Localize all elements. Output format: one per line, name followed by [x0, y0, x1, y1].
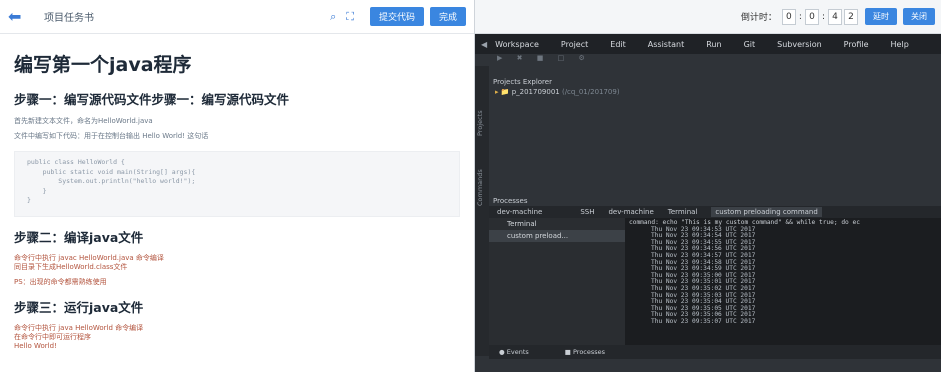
toolbar-settings-icon[interactable]: ⚙ [578, 54, 590, 62]
ssh-label[interactable]: SSH [580, 208, 594, 216]
page-title: 编写第一个java程序 [14, 54, 192, 76]
timer-bar: 倒计时： 0 : 0 : 4 2 延时 关闭 [475, 0, 941, 34]
projects-explorer-title: Projects Explorer [493, 78, 552, 86]
toolbar-build-icon[interactable]: □ [558, 54, 571, 62]
process-item-custom[interactable]: custom preload... [489, 230, 625, 242]
countdown-label: 倒计时： [740, 13, 777, 23]
project-path: (/cq_01/201709) [561, 88, 620, 96]
app-root: ⬅ 项目任务书 ⌕ ⛶ 提交代码 完成 编写第一个java程序 步骤一：编写源代… [0, 0, 941, 372]
menu-workspace[interactable]: Workspace [495, 40, 539, 49]
extend-time-button[interactable]: 延时 [865, 8, 897, 25]
processes-title: Processes [493, 197, 528, 205]
folder-icon: ▸ 📁 [495, 88, 510, 96]
countdown-digit: 4 [828, 8, 842, 25]
submit-code-button[interactable]: 提交代码 [369, 7, 424, 26]
close-button[interactable]: 关闭 [903, 8, 935, 25]
processes-header: dev-machine SSH dev-machine Terminal cus… [489, 206, 941, 218]
step2-title: 步骤二：编译java文件 [14, 230, 144, 245]
step1-line1: 首先新建文本文件，命名为HelloWorld.java [14, 117, 153, 125]
ide-pane: 倒计时： 0 : 0 : 4 2 延时 关闭 ◀ Workspace Proje… [475, 0, 941, 372]
menu-git[interactable]: Git [744, 40, 756, 49]
toolbar-stop-icon[interactable]: ■ [537, 54, 550, 62]
process-item-terminal[interactable]: Terminal [489, 218, 625, 230]
step1-title: 步骤一：编写源代码文件步骤一：编写源代码文件 [14, 92, 290, 107]
processes-tab[interactable]: ■ Processes [565, 348, 623, 356]
menu-edit[interactable]: Edit [610, 40, 626, 49]
step1-line2: 文件中编写如下代码：用于在控制台输出 Hello World! 这句话 [14, 132, 209, 140]
doc-topbar: ⬅ 项目任务书 ⌕ ⛶ 提交代码 完成 [0, 0, 474, 34]
menu-project[interactable]: Project [561, 40, 588, 49]
step3-line2: 在命令行中即可运行程序 [14, 333, 91, 341]
code-block: public class HelloWorld { public static … [14, 151, 460, 217]
countdown-separator: : [798, 11, 802, 22]
countdown-digit: 2 [844, 8, 858, 25]
step3-line3: Hello World! [14, 342, 57, 350]
ide-menubar: ◀ Workspace Project Edit Assistant Run G… [475, 34, 941, 54]
fullscreen-icon[interactable]: ⛶ [346, 10, 354, 24]
doc-title: 项目任务书 [44, 13, 94, 24]
project-tree-item[interactable]: ▸ 📁 p_201709001 (/cq_01/201709) [495, 88, 620, 96]
side-tab-commands[interactable]: Commands [476, 169, 484, 206]
countdown-separator: : [821, 11, 825, 22]
terminal-output[interactable]: command: echo "This is my custom command… [625, 218, 941, 358]
task-doc-pane: ⬅ 项目任务书 ⌕ ⛶ 提交代码 完成 编写第一个java程序 步骤一：编写源代… [0, 0, 475, 372]
tab-dev-machine[interactable]: dev-machine [608, 208, 653, 216]
toolbar-debug-icon[interactable]: ✖ [517, 54, 529, 62]
events-tab[interactable]: ● Events [499, 348, 547, 356]
process-list: Terminal custom preload... [489, 218, 625, 358]
project-name: p_201709001 [511, 88, 560, 96]
code-line-1: public class HelloWorld { [27, 158, 125, 166]
ide-bottom-bar: ● Events ■ Processes [489, 345, 941, 359]
step3-title: 步骤三：运行java文件 [14, 300, 144, 315]
menu-assistant[interactable]: Assistant [648, 40, 684, 49]
toolbar-run-icon[interactable]: ▶ [497, 54, 508, 62]
code-line-2: public static void main(String[] args){ [27, 167, 196, 176]
terminal-line: Thu Nov 23 09:35:07 UTC 2017 [651, 317, 756, 325]
step2-line1: 命令行中执行 javac HelloWorld.java 命令编译 [14, 254, 164, 262]
step2-line3: PS：出现的命令都需熟练使用 [14, 278, 107, 286]
doc-content: 编写第一个java程序 步骤一：编写源代码文件步骤一：编写源代码文件 首先新建文… [0, 34, 474, 361]
menu-help[interactable]: Help [891, 40, 909, 49]
search-icon[interactable]: ⌕ [330, 10, 336, 24]
countdown-digit: 0 [804, 8, 819, 25]
countdown-digit: 0 [781, 8, 796, 25]
code-line-5: } [27, 196, 31, 204]
machine-label[interactable]: dev-machine [497, 208, 542, 216]
menu-profile[interactable]: Profile [844, 40, 869, 49]
code-line-4: } [27, 186, 47, 195]
events-label: Events [506, 348, 529, 356]
menu-subversion[interactable]: Subversion [777, 40, 822, 49]
back-arrow-icon[interactable]: ⬅ [8, 7, 32, 26]
side-tab-projects[interactable]: Projects [476, 110, 484, 136]
ide-toolbar: ▶ ✖ ■ □ ⚙ [475, 54, 941, 66]
ide-side-strip: Projects Commands [475, 66, 489, 356]
collapse-arrow-icon[interactable]: ◀ [481, 40, 487, 49]
tab-custom-command[interactable]: custom preloading command [711, 207, 822, 217]
done-button[interactable]: 完成 [429, 7, 466, 26]
code-line-3: System.out.println("hello world!"); [27, 177, 196, 185]
processes-tab-label: Processes [572, 348, 606, 356]
step2-line2: 同目录下生成HelloWorld.class文件 [14, 263, 128, 271]
step3-line1: 命令行中执行 java HelloWorld 命令编译 [14, 324, 144, 332]
menu-run[interactable]: Run [706, 40, 721, 49]
tab-terminal[interactable]: Terminal [668, 208, 698, 216]
